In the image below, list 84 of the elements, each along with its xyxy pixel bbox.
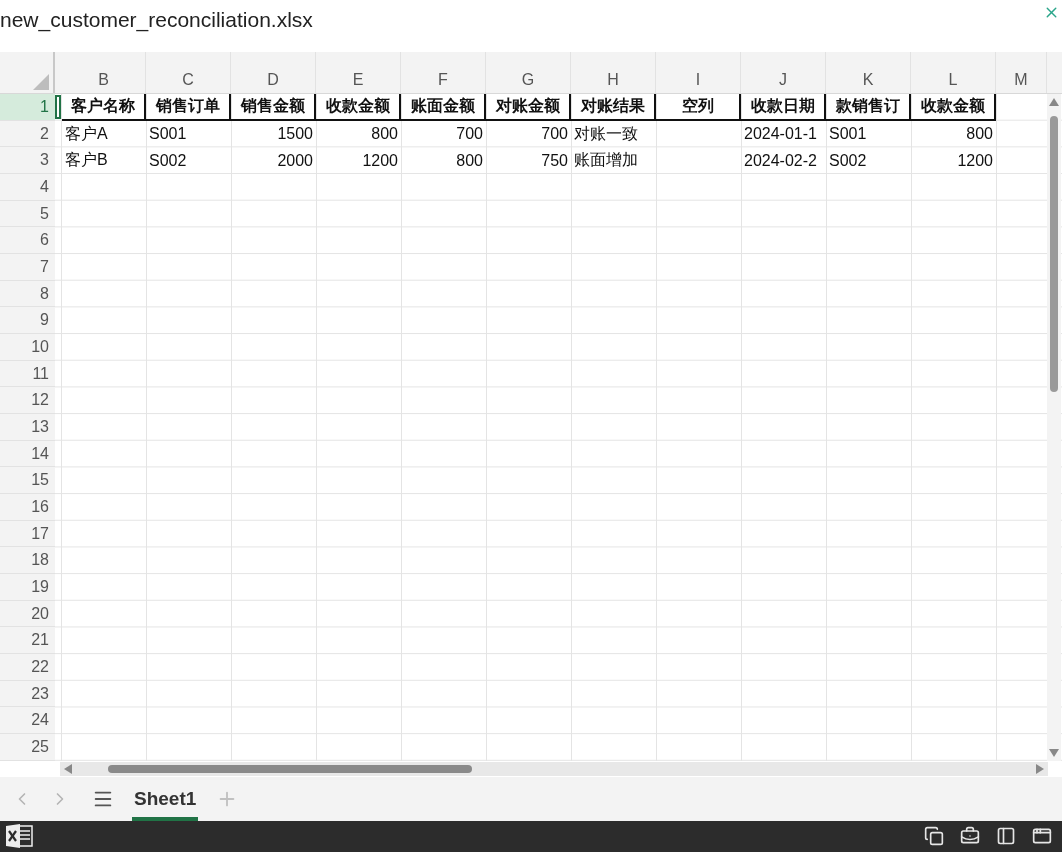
row-header[interactable]: 19	[0, 574, 55, 601]
table-cell-text: S002	[148, 150, 188, 171]
column-header[interactable]: F	[401, 52, 486, 93]
table-cell-text: S001	[148, 124, 188, 144]
row-header[interactable]: 20	[0, 600, 55, 628]
scroll-thumb[interactable]	[1050, 116, 1058, 392]
header-cell: 收款金额	[316, 94, 401, 121]
table-cell-text: 对账一致	[573, 123, 639, 144]
table-cell-text: 1500	[276, 124, 314, 144]
header-cell: 对账金额	[486, 94, 571, 121]
table-cell-text: 2024-02-2	[743, 150, 818, 171]
row-header[interactable]: 13	[0, 414, 55, 441]
header-cell: 客户名称	[62, 94, 146, 121]
column-header[interactable]: K	[826, 52, 911, 93]
scroll-right-icon[interactable]	[1036, 763, 1044, 774]
column-header[interactable]: D	[231, 52, 316, 93]
spreadsheet-app-icon[interactable]	[4, 823, 34, 850]
row-header[interactable]: 9	[0, 307, 55, 335]
header-cell: 收款日期	[741, 94, 826, 121]
table-cell-text: 750	[540, 150, 569, 171]
table-cell-text: 客户B	[64, 150, 109, 171]
header-cell: 销售订单	[146, 94, 231, 121]
header-cell: 空列	[656, 94, 741, 121]
table-cell-text: 700	[540, 124, 569, 144]
row-header[interactable]: 11	[0, 360, 55, 388]
row-header[interactable]: 16	[0, 494, 55, 521]
row-header[interactable]: 12	[0, 387, 55, 415]
column-header[interactable]: J	[741, 52, 826, 93]
active-cell-border	[55, 95, 61, 119]
column-header[interactable]: M	[996, 52, 1047, 93]
panel-button[interactable]	[996, 826, 1016, 847]
row-header[interactable]: 6	[0, 227, 55, 255]
column-header[interactable]: L	[911, 52, 996, 93]
column-header[interactable]: H	[571, 52, 656, 93]
corner-triangle-icon	[33, 74, 49, 90]
row-header[interactable]: 8	[0, 280, 55, 308]
scroll-left-icon[interactable]	[64, 763, 72, 774]
row-header[interactable]: 4	[0, 174, 55, 201]
row-header[interactable]: 14	[0, 440, 55, 468]
table-cell-text: 800	[965, 124, 994, 144]
horizontal-scrollbar[interactable]	[60, 761, 1048, 776]
row-header[interactable]: 22	[0, 654, 55, 681]
row-header[interactable]: 15	[0, 467, 55, 495]
row-header[interactable]: 25	[0, 734, 55, 761]
row-header[interactable]: 3	[0, 147, 55, 174]
row-header[interactable]: 23	[0, 680, 55, 708]
scroll-thumb[interactable]	[108, 764, 472, 773]
table-cell-text: 1200	[956, 150, 994, 171]
column-header[interactable]: E	[316, 52, 401, 93]
vertical-scrollbar[interactable]	[1047, 94, 1061, 761]
column-header[interactable]: I	[656, 52, 741, 93]
table-cell-text: 700	[455, 124, 484, 144]
table-cell-text: 1200	[361, 150, 399, 171]
column-header[interactable]: G	[486, 52, 571, 93]
row-header[interactable]: 2	[0, 120, 55, 148]
table-cell-text: S002	[828, 150, 868, 171]
row-header[interactable]: 5	[0, 200, 55, 228]
column-header[interactable]: C	[146, 52, 231, 93]
header-cell: 账面金额	[401, 94, 486, 121]
row-header[interactable]: 10	[0, 334, 55, 361]
table-cell-text: 账面增加	[573, 150, 639, 171]
scroll-up-icon[interactable]	[1049, 98, 1059, 106]
table-cell-text: 2024-01-1	[743, 124, 818, 144]
row-header[interactable]: 21	[0, 627, 55, 655]
window-button[interactable]	[1032, 826, 1052, 847]
row-header[interactable]: 17	[0, 520, 55, 548]
window-title: new_customer_reconciliation.xlsx	[0, 7, 313, 32]
row-header[interactable]: 7	[0, 254, 55, 281]
header-cell: 对账结果	[571, 94, 656, 121]
copy-sync-button[interactable]	[924, 826, 944, 847]
header-cell: 款销售订	[826, 94, 911, 121]
header-cell: 销售金额	[231, 94, 316, 121]
row-header[interactable]: 1	[0, 94, 55, 121]
row-header[interactable]: 24	[0, 707, 55, 735]
table-cell-text: 2000	[276, 150, 314, 171]
table-cell-text: 800	[455, 150, 484, 171]
column-header[interactable]: B	[62, 52, 146, 93]
scroll-down-icon[interactable]	[1049, 748, 1059, 757]
table-cell-text: S001	[828, 124, 868, 144]
row-header[interactable]: 18	[0, 547, 55, 575]
header-cell: 收款金额	[911, 94, 996, 121]
table-cell-text: 客户A	[64, 123, 109, 144]
table-cell-text: 800	[370, 124, 399, 144]
briefcase-button[interactable]	[960, 826, 980, 847]
